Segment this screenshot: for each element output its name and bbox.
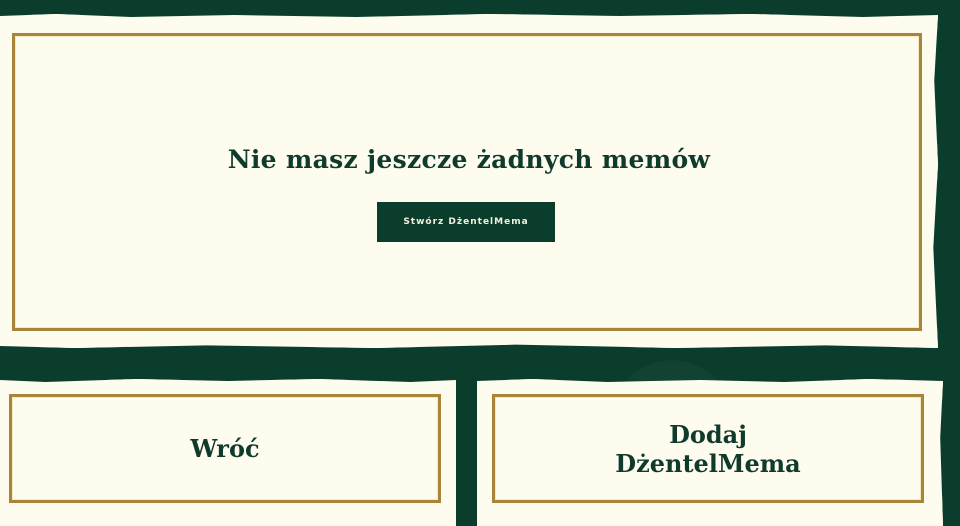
create-meme-button[interactable]: Stwórz DżentelMema [377,202,555,242]
gold-frame: Dodaj DżentelMema [492,394,924,503]
back-button[interactable]: Wróć [12,397,438,500]
add-meme-button[interactable]: Dodaj DżentelMema [495,397,921,500]
back-card[interactable]: Wróć [0,379,456,526]
add-button-label-line2: DżentelMema [615,448,801,478]
add-meme-card[interactable]: Dodaj DżentelMema [477,379,943,526]
gold-frame: Wróć [9,394,441,503]
empty-memes-card: Nie masz jeszcze żadnych memów Stwórz Dż… [0,14,938,348]
back-button-label: Wróć [190,434,260,463]
gold-frame [12,33,922,331]
empty-state-title: Nie masz jeszcze żadnych memów [227,145,711,174]
add-button-label-line1: Dodaj [669,419,747,449]
